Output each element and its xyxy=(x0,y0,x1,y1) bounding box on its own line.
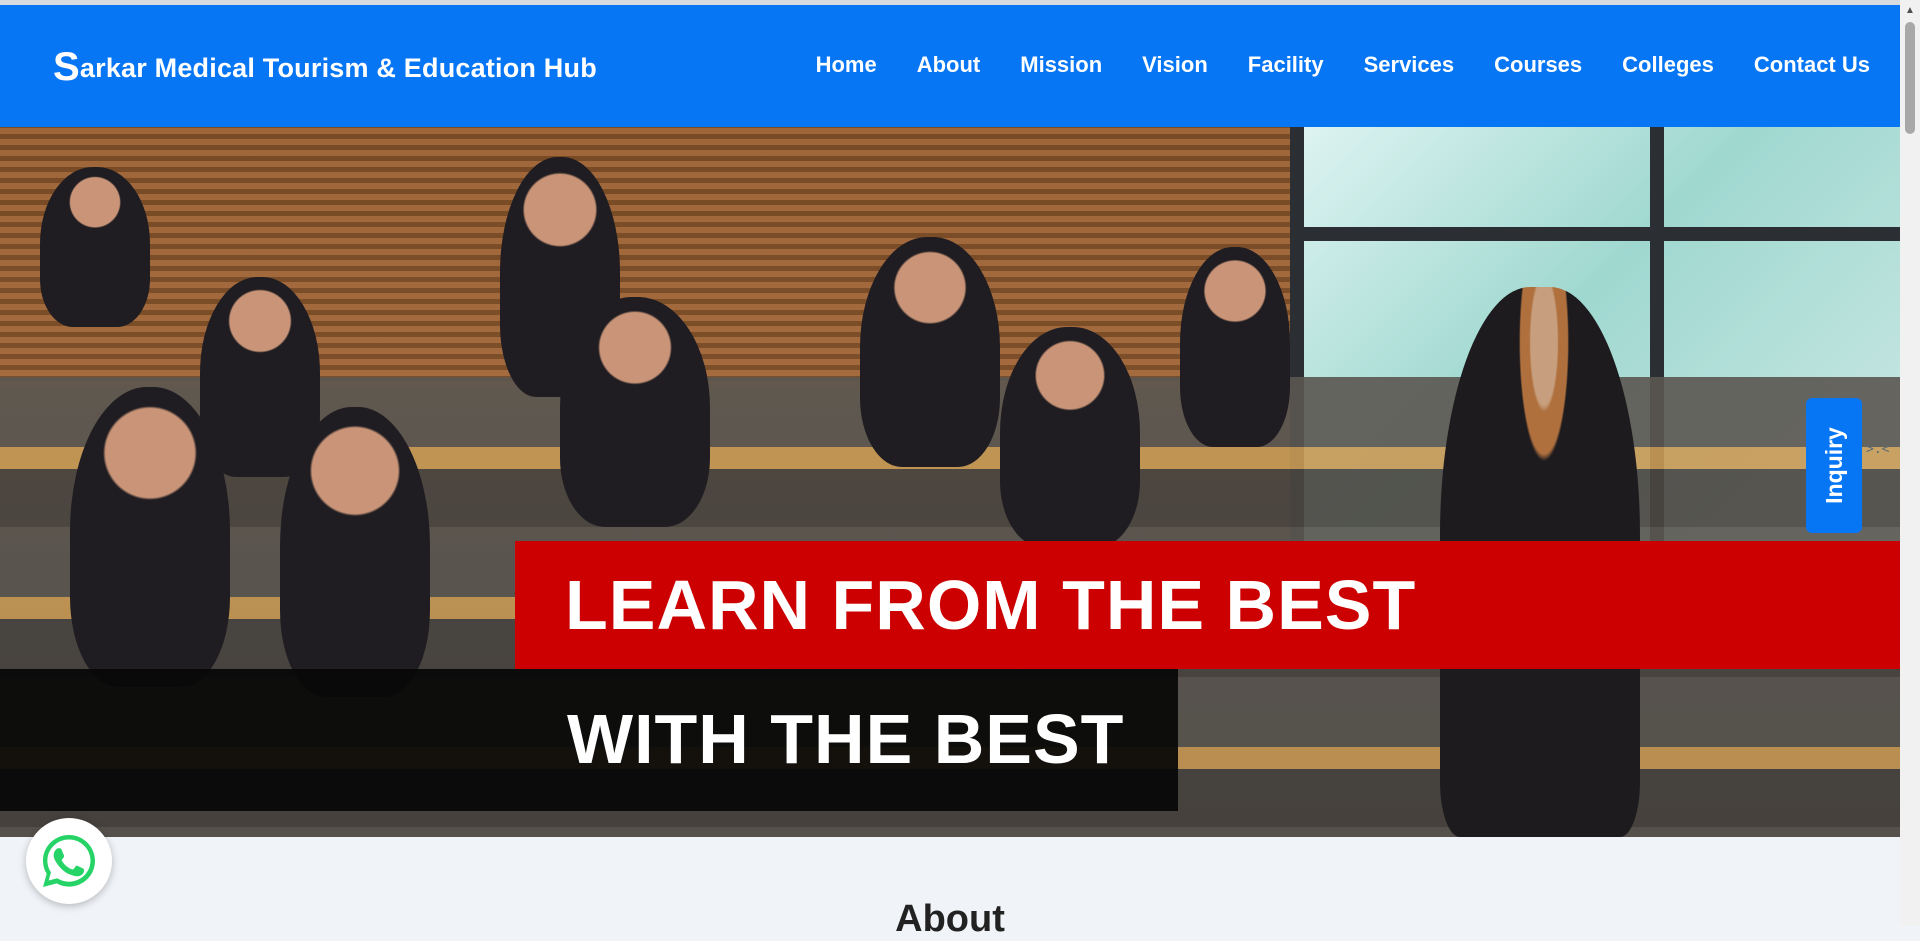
chevron-up-icon[interactable]: ▲ xyxy=(1900,0,1920,20)
whatsapp-button[interactable] xyxy=(26,818,112,904)
nav-services[interactable]: Services xyxy=(1364,52,1455,78)
navbar: Sarkar Medical Tourism & Education Hub H… xyxy=(0,5,1900,127)
nav-vision[interactable]: Vision xyxy=(1142,52,1208,78)
inquiry-label: Inquiry xyxy=(1820,427,1847,504)
brand-link[interactable]: Sarkar Medical Tourism & Education Hub xyxy=(53,45,597,90)
about-section-title: About xyxy=(895,898,1005,940)
inquiry-drag-handle[interactable]: >.< xyxy=(1866,438,1892,462)
hero-headline-red-band: LEARN FROM THE BEST xyxy=(515,541,1900,669)
hero-photo-student xyxy=(200,277,320,477)
hero-banner: LEARN FROM THE BEST WITH THE BEST xyxy=(0,127,1900,837)
hero-photo-student xyxy=(560,297,710,527)
brand-initial: S xyxy=(53,45,80,89)
hero-headline-line2: WITH THE BEST xyxy=(567,700,1125,778)
hero-photo-mullion xyxy=(1290,227,1900,241)
vertical-scrollbar[interactable]: ▲ xyxy=(1900,0,1920,926)
nav-colleges[interactable]: Colleges xyxy=(1622,52,1714,78)
scrollbar-thumb[interactable] xyxy=(1905,22,1915,134)
hero-photo-student xyxy=(1180,247,1290,447)
nav-facility[interactable]: Facility xyxy=(1248,52,1324,78)
hero-headline-dark-band: WITH THE BEST xyxy=(0,669,1178,811)
whatsapp-icon xyxy=(43,835,95,887)
main-nav: Home About Mission Vision Facility Servi… xyxy=(816,52,1870,78)
inquiry-tab-button[interactable]: Inquiry xyxy=(1806,398,1862,533)
nav-about[interactable]: About xyxy=(917,52,981,78)
nav-contact[interactable]: Contact Us xyxy=(1754,52,1870,78)
hero-headline-line1: LEARN FROM THE BEST xyxy=(565,566,1417,644)
hero-photo-student xyxy=(40,167,150,327)
hero-photo-student xyxy=(860,237,1000,467)
brand-name: arkar Medical Tourism & Education Hub xyxy=(79,53,597,83)
nav-home[interactable]: Home xyxy=(816,52,877,78)
hero-photo-student xyxy=(1000,327,1140,547)
nav-mission[interactable]: Mission xyxy=(1020,52,1102,78)
nav-courses[interactable]: Courses xyxy=(1494,52,1582,78)
